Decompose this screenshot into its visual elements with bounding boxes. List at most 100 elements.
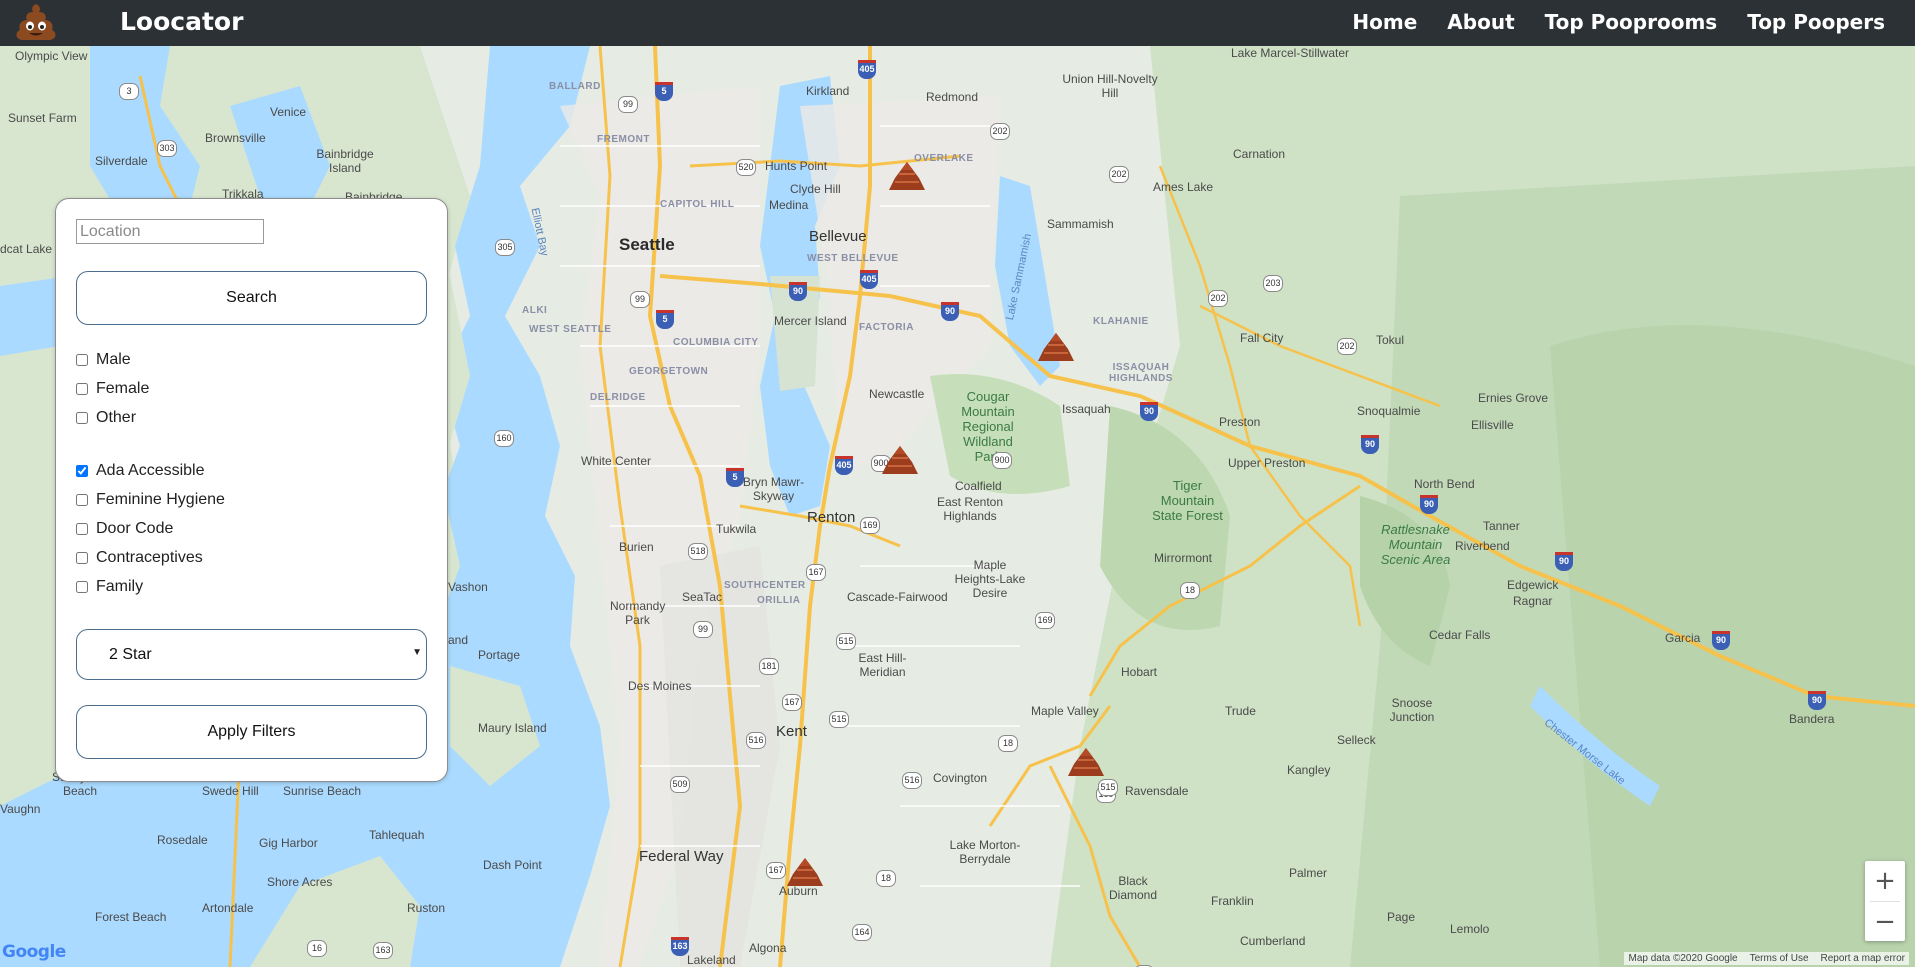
place-label: Lemolo [1450,922,1490,936]
map-data-text: Map data ©2020 Google [1628,953,1738,964]
place-label: White Center [581,454,652,468]
district-label: ALKI [522,305,548,316]
terms-link[interactable]: Terms of Use [1750,953,1809,964]
place-label: Normandy Park [610,599,666,627]
location-input[interactable] [76,219,264,244]
park-label: Tiger Mountain State Forest [1152,478,1223,523]
checkbox[interactable] [76,552,88,564]
marker-ravensdale[interactable] [1066,746,1106,780]
place-label: Ellisville [1471,418,1514,432]
place-label: Black Diamond [1108,874,1158,902]
rating-select[interactable]: 2 Star ▼ [76,629,427,680]
ada-accessible-checkbox[interactable]: Ada Accessible [76,462,205,480]
place-label: Trude [1225,704,1256,718]
place-label: Clyde Hill [790,182,841,196]
route-shield: 163 [373,942,393,959]
gender-male-checkbox[interactable]: Male [76,351,131,369]
place-label: Ernies Grove [1478,391,1549,405]
poop-emoji-icon[interactable] [14,2,58,42]
route-shield: 169 [860,517,880,534]
place-label: Bainbridge Island [316,147,374,175]
google-logo[interactable]: Google [2,942,66,962]
checkbox[interactable] [76,581,88,593]
marker-issaquah[interactable] [1036,331,1076,365]
place-label: Maple Heights-Lake Desire [954,558,1026,600]
zoom-in-button[interactable]: + [1865,861,1905,901]
place-label: Tanner [1483,519,1520,533]
rating-select-value: 2 Star [109,646,152,663]
checkbox-label: Other [96,409,137,426]
interstate-shield: 405 [858,60,876,79]
place-label: Ravensdale [1125,784,1189,798]
district-label: ORILLIA [757,595,801,606]
park-label: Cougar Mountain Regional Wildland Park [961,389,1015,464]
route-shield: 99 [693,621,713,638]
route-shield: 18 [998,735,1018,752]
checkbox-label: Male [96,351,131,368]
route-shield: 169 [1035,612,1055,629]
nav-top-poopers[interactable]: Top Poopers [1747,10,1885,34]
nav-about[interactable]: About [1447,10,1514,34]
contraceptives-checkbox[interactable]: Contraceptives [76,549,203,567]
filter-panel: Search Male Female Other Ada Accessible … [55,198,448,782]
city-renton: Renton [807,509,856,526]
report-error-link[interactable]: Report a map error [1821,953,1905,964]
district-label: WEST SEATTLE [529,324,612,335]
route-shield: 164 [852,924,872,941]
route-shield: 3 [119,83,139,100]
place-label: Dash Point [483,858,542,872]
marker-overlake[interactable] [887,160,927,194]
route-shield: 516 [902,772,922,789]
feminine-hygiene-checkbox[interactable]: Feminine Hygiene [76,491,225,509]
checkbox[interactable] [76,354,88,366]
city-seattle: Seattle [619,235,675,254]
route-shield: 167 [782,694,802,711]
gender-female-checkbox[interactable]: Female [76,380,149,398]
district-label: ISSAQUAH HIGHLANDS [1109,362,1173,384]
nav-top-pooprooms[interactable]: Top Pooprooms [1545,10,1718,34]
brand-name[interactable]: Loocator [120,7,243,36]
place-label: Silverdale [95,154,148,168]
place-label: Ruston [407,901,446,915]
marker-auburn[interactable] [785,856,825,890]
interstate-shield: 405 [860,270,878,289]
interstate-shield: 90 [1808,691,1826,710]
checkbox[interactable] [76,494,88,506]
place-label: Kirkland [806,84,850,98]
zoom-out-button[interactable]: − [1865,902,1905,942]
apply-filters-button[interactable]: Apply Filters [76,705,427,759]
checkbox[interactable] [76,383,88,395]
place-label: Vaughn [0,802,41,816]
nav-home[interactable]: Home [1352,10,1417,34]
place-label: Bryn Mawr-Skyway [742,475,805,503]
door-code-checkbox[interactable]: Door Code [76,520,173,538]
route-shield: 202 [990,123,1010,140]
district-label: CAPITOL HILL [660,199,735,210]
interstate-shield: 90 [1712,631,1730,650]
route-shield: 515 [829,711,849,728]
park-label: Rattlesnake Mountain Scenic Area [1380,522,1451,567]
city-kent: Kent [776,723,807,740]
place-label: Hobart [1121,665,1158,679]
interstate-shield: 90 [941,302,959,321]
search-button[interactable]: Search [76,271,427,325]
interstate-shield: 5 [655,82,673,101]
district-label: FREMONT [597,134,650,145]
place-label: Redmond [926,90,979,104]
checkbox[interactable] [76,523,88,535]
route-shield: 518 [688,543,708,560]
checkbox[interactable] [76,412,88,424]
place-label: Franklin [1211,894,1254,908]
route-shield: 167 [806,564,826,581]
checkbox[interactable] [76,465,88,477]
marker-coalfield[interactable] [880,444,920,478]
gender-other-checkbox[interactable]: Other [76,409,136,427]
place-label: Burien [619,540,654,554]
place-label: Kangley [1287,763,1331,777]
place-label: Upper Preston [1228,456,1306,470]
interstate-shield: 90 [789,282,807,301]
place-label: Page [1387,910,1416,924]
family-checkbox[interactable]: Family [76,578,143,596]
district-label: GEORGETOWN [629,366,709,377]
place-label: Mirrormont [1154,551,1213,565]
